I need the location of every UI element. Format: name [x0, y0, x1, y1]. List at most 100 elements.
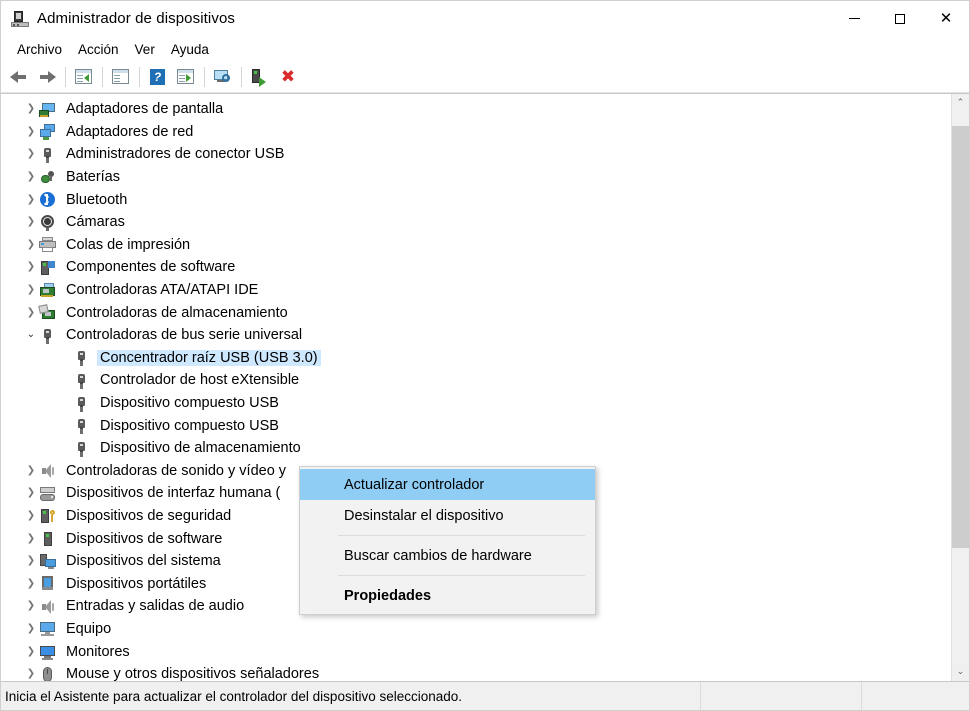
chevron-right-icon[interactable]: ❯	[23, 533, 39, 544]
tree-row-label: Dispositivos portátiles	[66, 575, 207, 592]
chevron-right-icon[interactable]: ❯	[23, 262, 39, 272]
tree-row-label: Dispositivos de seguridad	[66, 507, 232, 524]
tree-row-label: Concentrador raíz USB (USB 3.0)	[97, 349, 321, 366]
ctx-scan-hardware-changes[interactable]: Buscar cambios de hardware	[300, 540, 595, 571]
menu-ver[interactable]: Ver	[127, 39, 163, 60]
ctx-properties[interactable]: Propiedades	[300, 580, 595, 611]
minimize-button[interactable]	[831, 1, 877, 36]
tree-row-label: Dispositivo compuesto USB	[100, 395, 279, 412]
tree-row[interactable]: ⌄ Controladoras de bus serie universal	[1, 324, 951, 347]
scan-hardware-changes-button[interactable]	[209, 64, 237, 90]
tree-row-label: Controladoras ATA/ATAPI IDE	[66, 282, 259, 299]
tree-row-label: Baterías	[66, 169, 120, 186]
tree-row-label: Adaptadores de red	[66, 123, 194, 140]
tree-row[interactable]: Concentrador raíz USB (USB 3.0)	[1, 347, 951, 370]
title-bar: Administrador de dispositivos ✕	[1, 1, 969, 36]
tree-row-label: Equipo	[66, 620, 112, 637]
chevron-right-icon[interactable]: ❯	[23, 104, 39, 114]
tree-row[interactable]: ❯ Baterías	[1, 166, 951, 189]
toolbar: ? ✖	[1, 62, 969, 93]
usb-device-icon	[73, 417, 90, 435]
tree-row[interactable]: ❯ Administradores de conector USB	[1, 143, 951, 166]
tree-row[interactable]: ❯ Componentes de software	[1, 256, 951, 279]
scrollbar-track[interactable]	[952, 112, 969, 663]
tree-row[interactable]: ❯ Monitores	[1, 640, 951, 663]
disable-device-button[interactable]: ✖	[274, 64, 302, 90]
chevron-right-icon[interactable]: ❯	[23, 556, 39, 566]
back-button[interactable]	[5, 64, 33, 90]
tree-row[interactable]: ❯ Adaptadores de pantalla	[1, 98, 951, 121]
chevron-right-icon[interactable]: ❯	[23, 285, 39, 295]
maximize-button[interactable]	[877, 1, 923, 36]
chevron-right-icon[interactable]: ❯	[23, 578, 39, 589]
tree-row-label: Dispositivos del sistema	[66, 553, 221, 570]
tree-row-label: Controladoras de almacenamiento	[66, 304, 288, 321]
tree-row-label: Administradores de conector USB	[66, 146, 285, 163]
chevron-right-icon[interactable]: ❯	[23, 601, 39, 611]
red-x-icon: ✖	[280, 67, 296, 87]
scroll-down-button[interactable]: ⌄	[952, 663, 969, 681]
chevron-right-icon[interactable]: ❯	[23, 194, 39, 205]
help-button[interactable]: ?	[144, 64, 172, 90]
vertical-scrollbar[interactable]: ⌃ ⌄	[951, 94, 969, 681]
ctx-update-driver[interactable]: Actualizar controlador	[300, 469, 595, 500]
update-driver-button[interactable]	[172, 64, 200, 90]
chevron-down-icon[interactable]: ⌄	[23, 330, 39, 340]
tree-row[interactable]: Controlador de host eXtensible	[1, 369, 951, 392]
tree-row[interactable]: ❯ Bluetooth	[1, 188, 951, 211]
close-button[interactable]: ✕	[923, 1, 969, 36]
properties-window-icon	[111, 68, 131, 86]
chevron-right-icon[interactable]: ❯	[23, 217, 39, 227]
properties-button[interactable]	[107, 64, 135, 90]
tree-row[interactable]: ❯ Cámaras	[1, 211, 951, 234]
menu-bar: Archivo Acción Ver Ayuda	[1, 36, 969, 62]
security-device-icon	[39, 507, 56, 524]
scroll-up-button[interactable]: ⌃	[952, 94, 969, 112]
chevron-right-icon[interactable]: ❯	[23, 623, 39, 634]
ata-controller-icon	[39, 282, 56, 299]
chevron-right-icon[interactable]: ❯	[23, 239, 39, 250]
window-title: Administrador de dispositivos	[37, 10, 235, 27]
menu-archivo[interactable]: Archivo	[9, 39, 70, 60]
toolbar-separator	[241, 67, 242, 87]
tree-row[interactable]: ❯ Equipo	[1, 618, 951, 641]
storage-controller-icon	[38, 304, 56, 321]
printer-icon	[39, 236, 56, 253]
chevron-right-icon[interactable]: ❯	[23, 126, 39, 137]
chevron-right-icon[interactable]: ❯	[23, 172, 39, 182]
usb-connector-icon	[39, 146, 56, 163]
show-hide-console-tree-button[interactable]	[70, 64, 98, 90]
computer-icon	[39, 620, 56, 637]
scrollbar-thumb[interactable]	[952, 126, 969, 548]
uninstall-device-button[interactable]	[246, 64, 274, 90]
network-adapter-icon	[39, 123, 56, 141]
tree-row-label: Dispositivos de interfaz humana (	[66, 485, 281, 502]
tree-row[interactable]: Dispositivo compuesto USB	[1, 392, 951, 415]
context-menu[interactable]: Actualizar controlador Desinstalar el dis…	[299, 466, 596, 615]
menu-ayuda[interactable]: Ayuda	[163, 39, 217, 60]
tree-row-label: Bluetooth	[66, 191, 128, 208]
hid-icon	[39, 485, 56, 502]
chevron-right-icon[interactable]: ❯	[23, 149, 39, 159]
chevron-right-icon[interactable]: ❯	[23, 465, 39, 476]
chevron-right-icon[interactable]: ❯	[23, 307, 39, 318]
chevron-right-icon[interactable]: ❯	[23, 510, 39, 521]
battery-icon	[39, 169, 56, 186]
forward-button[interactable]	[33, 64, 61, 90]
tree-row[interactable]: Dispositivo compuesto USB	[1, 414, 951, 437]
usb-device-icon	[73, 349, 90, 367]
tree-row[interactable]: ❯ Controladoras de almacenamiento	[1, 301, 951, 324]
chevron-right-icon[interactable]: ❯	[23, 646, 39, 657]
chevron-right-icon[interactable]: ❯	[23, 488, 39, 498]
monitor-icon	[39, 643, 56, 661]
chevron-right-icon[interactable]: ❯	[23, 669, 39, 679]
tree-row[interactable]: ❯ Controladoras ATA/ATAPI IDE	[1, 279, 951, 302]
tree-row-label: Dispositivo de almacenamiento	[100, 440, 301, 457]
menu-accion[interactable]: Acción	[70, 39, 127, 60]
tree-row[interactable]: ❯ Mouse y otros dispositivos señaladores	[1, 663, 951, 681]
ctx-uninstall-device[interactable]: Desinstalar el dispositivo	[300, 500, 595, 531]
tree-row[interactable]: ❯ Colas de impresión	[1, 234, 951, 257]
camera-icon	[39, 214, 56, 231]
tree-row[interactable]: Dispositivo de almacenamiento	[1, 437, 951, 460]
tree-row[interactable]: ❯ Adaptadores de red	[1, 121, 951, 144]
